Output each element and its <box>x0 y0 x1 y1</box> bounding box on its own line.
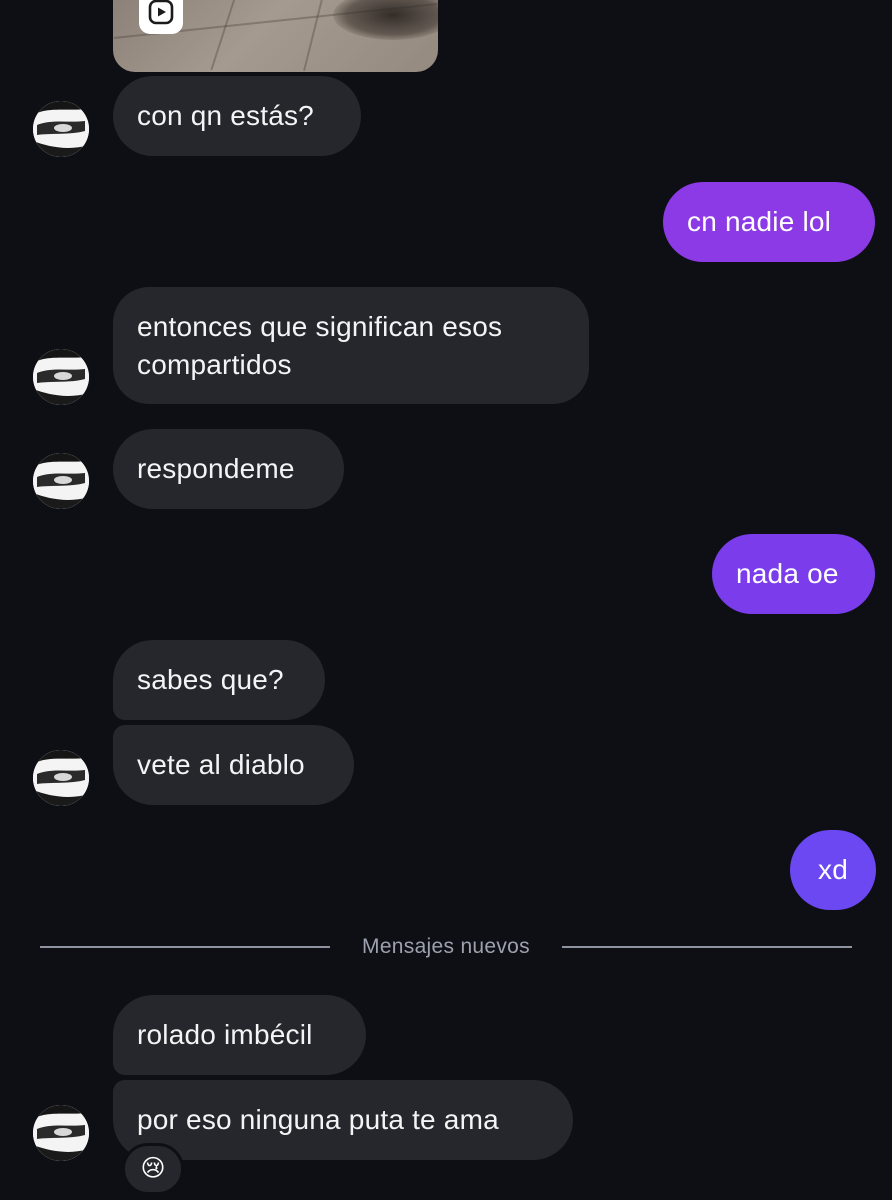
message-text: rolado imbécil <box>137 1019 313 1050</box>
message-text: respondeme <box>137 453 295 484</box>
message-incoming[interactable]: rolado imbécil <box>113 995 366 1075</box>
crying-face-icon: 😢 <box>140 1155 166 1182</box>
message-text: xd <box>818 854 848 885</box>
contact-avatar[interactable] <box>33 750 89 806</box>
message-text: por eso ninguna puta te ama <box>137 1104 499 1135</box>
message-outgoing[interactable]: nada oe <box>712 534 875 614</box>
message-incoming[interactable]: entonces que significan esos compartidos <box>113 287 589 404</box>
reel-thumbnail-shadow <box>333 0 438 40</box>
tile-line <box>210 0 238 71</box>
message-text: nada oe <box>736 558 839 589</box>
contact-avatar[interactable] <box>33 1105 89 1161</box>
message-text: entonces que significan esos compartidos <box>137 310 503 380</box>
message-text: con qn estás? <box>137 100 314 131</box>
divider-line-right <box>562 946 852 948</box>
message-reaction[interactable]: 😢 <box>122 1143 184 1195</box>
tile-line <box>303 0 325 72</box>
message-incoming[interactable]: vete al diablo <box>113 725 354 805</box>
message-text: sabes que? <box>137 664 284 695</box>
new-messages-label: Mensajes nuevos <box>362 935 530 958</box>
message-outgoing[interactable]: cn nadie lol <box>663 182 875 262</box>
message-incoming[interactable]: sabes que? <box>113 640 325 720</box>
shared-reel-preview[interactable] <box>113 0 438 72</box>
message-incoming[interactable]: por eso ninguna puta te ama <box>113 1080 573 1160</box>
message-incoming[interactable]: con qn estás? <box>113 76 361 156</box>
message-incoming[interactable]: respondeme <box>113 429 344 509</box>
divider-line-left <box>40 946 330 948</box>
message-outgoing[interactable]: xd <box>790 830 876 910</box>
message-text: vete al diablo <box>137 749 305 780</box>
contact-avatar[interactable] <box>33 101 89 157</box>
message-text: cn nadie lol <box>687 206 832 237</box>
contact-avatar[interactable] <box>33 349 89 405</box>
contact-avatar[interactable] <box>33 453 89 509</box>
reel-play-icon <box>139 0 183 34</box>
